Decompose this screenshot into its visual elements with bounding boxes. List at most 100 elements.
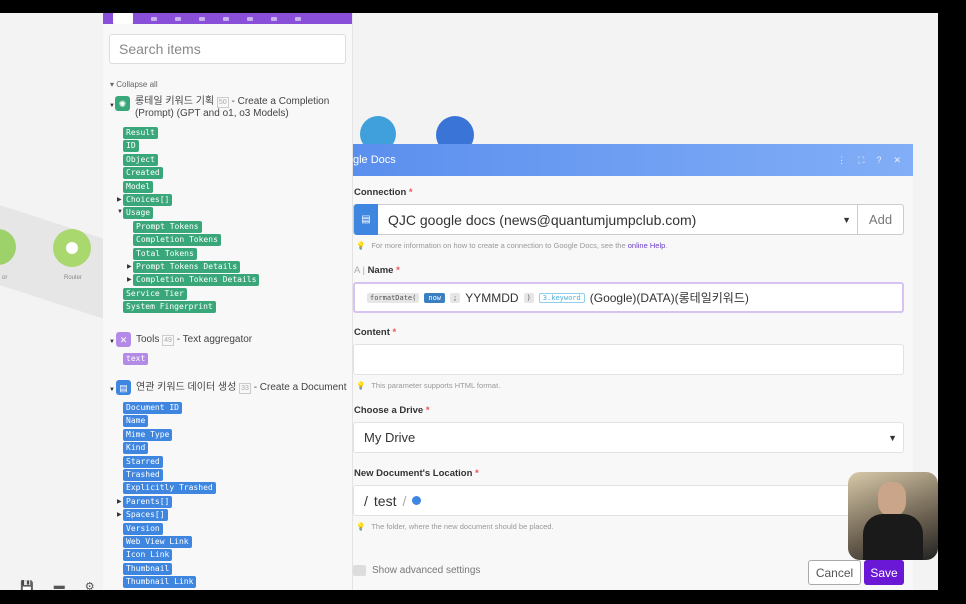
- now-token[interactable]: now: [424, 292, 446, 303]
- tab-icon[interactable]: [199, 16, 205, 21]
- caret-down-icon[interactable]: ▼: [117, 209, 123, 215]
- content-hint: 💡 This parameter supports HTML format.: [356, 381, 501, 390]
- item-pill[interactable]: Icon Link: [123, 549, 173, 562]
- item-pill[interactable]: ID: [123, 140, 139, 153]
- add-folder-icon[interactable]: [412, 496, 422, 505]
- close-paren-token: ): [523, 292, 534, 303]
- caret-right-icon[interactable]: ▶: [127, 263, 132, 270]
- item-pill[interactable]: Name: [123, 415, 149, 428]
- connection-select[interactable]: ▤ QJC google docs (news@quantumjumpclub.…: [353, 204, 904, 235]
- name-input[interactable]: formatDate( now ; YYMMDD ) 3.keyword (Go…: [353, 282, 904, 313]
- online-help-link[interactable]: online Help: [628, 241, 666, 250]
- function-token[interactable]: formatDate(: [367, 292, 420, 303]
- add-connection-button[interactable]: Add: [857, 205, 903, 234]
- caret-down-icon[interactable]: ▼: [109, 384, 116, 396]
- location-input[interactable]: / test /: [353, 485, 904, 516]
- mapping-panel: Search items ▾ Collapse all ▼ ✺ 롱테일 키워드 …: [103, 13, 353, 590]
- item-pill[interactable]: Spaces[]: [123, 509, 168, 522]
- advanced-label: Show advanced settings: [372, 565, 481, 576]
- item-pill[interactable]: Kind: [123, 442, 149, 455]
- tab-icon[interactable]: [151, 16, 157, 21]
- item-pill[interactable]: Explicitly Trashed: [123, 482, 216, 495]
- toggle-switch[interactable]: [353, 565, 366, 576]
- item-pill[interactable]: Version: [123, 522, 163, 535]
- item-pill[interactable]: Prompt Tokens Details: [133, 260, 241, 273]
- completion-items: Result ID Object Created Model ▶ Choices[…: [117, 127, 260, 314]
- gear-icon[interactable]: ⚙: [85, 580, 95, 590]
- node-label: Router: [64, 275, 83, 281]
- node-label: or: [2, 275, 8, 281]
- item-pill[interactable]: Document ID: [123, 402, 182, 414]
- item-pill[interactable]: Parents[]: [123, 495, 173, 508]
- save-icon[interactable]: 💾: [20, 580, 34, 590]
- tab-icon[interactable]: [295, 16, 301, 21]
- module-header[interactable]: ▼ ▤ 연관 키워드 데이터 생성 33 - Create a Document: [109, 380, 352, 396]
- item-pill[interactable]: Web View Link: [123, 535, 192, 548]
- canvas-route: [0, 205, 110, 321]
- tools-items: text: [123, 353, 149, 366]
- cancel-button[interactable]: Cancel: [808, 560, 861, 585]
- item-pill[interactable]: System Fingerprint: [123, 301, 216, 314]
- item-pill[interactable]: Completion Tokens Details: [133, 274, 260, 287]
- item-pill[interactable]: Trashed: [123, 468, 163, 481]
- module-section: ▼ ✕ Tools 49 - Text aggregator: [103, 332, 352, 353]
- tab-icon[interactable]: [223, 16, 229, 21]
- chevron-down-icon[interactable]: ▼: [842, 215, 851, 225]
- folder-test[interactable]: test: [374, 493, 397, 509]
- item-pill[interactable]: Prompt Tokens: [133, 220, 202, 233]
- webcam-overlay: [848, 472, 938, 560]
- bottom-toolbar: 💾 ▬ ⚙: [20, 580, 95, 590]
- separator-token: ;: [450, 292, 461, 303]
- lightbulb-icon: 💡: [356, 241, 366, 250]
- module-title: Tools 49 - Text aggregator: [136, 334, 253, 346]
- item-pill[interactable]: Thumbnail Link: [123, 576, 197, 589]
- item-pill[interactable]: Model: [123, 180, 154, 193]
- advanced-toggle[interactable]: Show advanced settings: [353, 565, 480, 576]
- connection-hint: 💡 For more information on how to create a…: [356, 241, 668, 250]
- path-separator: /: [402, 492, 407, 509]
- chevron-down-icon[interactable]: ▼: [888, 433, 897, 443]
- caret-right-icon[interactable]: ▶: [117, 196, 122, 203]
- item-pill[interactable]: Thumbnail: [123, 562, 173, 575]
- caret-right-icon[interactable]: ▶: [127, 276, 132, 283]
- close-icon[interactable]: ✕: [893, 155, 901, 166]
- module-header[interactable]: ▼ ✺ 롱테일 키워드 기획 50 - Create a Completion …: [109, 96, 352, 120]
- google-docs-icon: ▤: [116, 380, 131, 395]
- layout-icon[interactable]: ▬: [54, 580, 65, 590]
- item-pill[interactable]: Starred: [123, 455, 163, 468]
- item-pill[interactable]: Object: [123, 153, 158, 166]
- item-pill[interactable]: Mime Type: [123, 428, 173, 441]
- modal-title: gle Docs: [353, 154, 396, 166]
- tools-icon: ✕: [116, 332, 131, 347]
- item-pill[interactable]: Result: [123, 127, 158, 139]
- module-section: ▼ ▤ 연관 키워드 데이터 생성 33 - Create a Document: [103, 380, 352, 401]
- caret-right-icon[interactable]: ▶: [117, 511, 122, 518]
- tab-icon[interactable]: [175, 16, 181, 21]
- drive-select[interactable]: My Drive ▼: [353, 422, 904, 453]
- item-pill[interactable]: Service Tier: [123, 287, 187, 300]
- item-pill[interactable]: text: [123, 353, 149, 365]
- caret-down-icon[interactable]: ▼: [109, 336, 116, 348]
- item-pill[interactable]: Usage: [123, 207, 154, 220]
- expand-icon[interactable]: ⛶: [858, 155, 864, 166]
- item-pill[interactable]: Completion Tokens: [133, 234, 221, 247]
- tab-icon[interactable]: [247, 16, 253, 21]
- panel-toolbar: [103, 13, 352, 24]
- router-node[interactable]: [53, 229, 91, 267]
- collapse-all-button[interactable]: ▾ Collapse all: [110, 80, 158, 89]
- tab-icon[interactable]: [113, 13, 133, 24]
- name-label: A | Name *: [354, 265, 400, 276]
- module-header[interactable]: ▼ ✕ Tools 49 - Text aggregator: [109, 332, 352, 348]
- caret-right-icon[interactable]: ▶: [117, 498, 122, 505]
- keyword-token[interactable]: 3.keyword: [538, 292, 585, 303]
- item-pill[interactable]: Total Tokens: [133, 247, 197, 260]
- help-icon[interactable]: ?: [876, 155, 881, 166]
- path-separator: /: [364, 492, 368, 509]
- search-input[interactable]: Search items: [109, 34, 346, 64]
- save-button[interactable]: Save: [864, 560, 904, 585]
- content-input[interactable]: [353, 344, 904, 375]
- item-pill[interactable]: Choices[]: [123, 193, 173, 206]
- item-pill[interactable]: Created: [123, 167, 163, 180]
- tab-icon[interactable]: [271, 16, 277, 21]
- more-icon[interactable]: ⋮: [837, 155, 846, 166]
